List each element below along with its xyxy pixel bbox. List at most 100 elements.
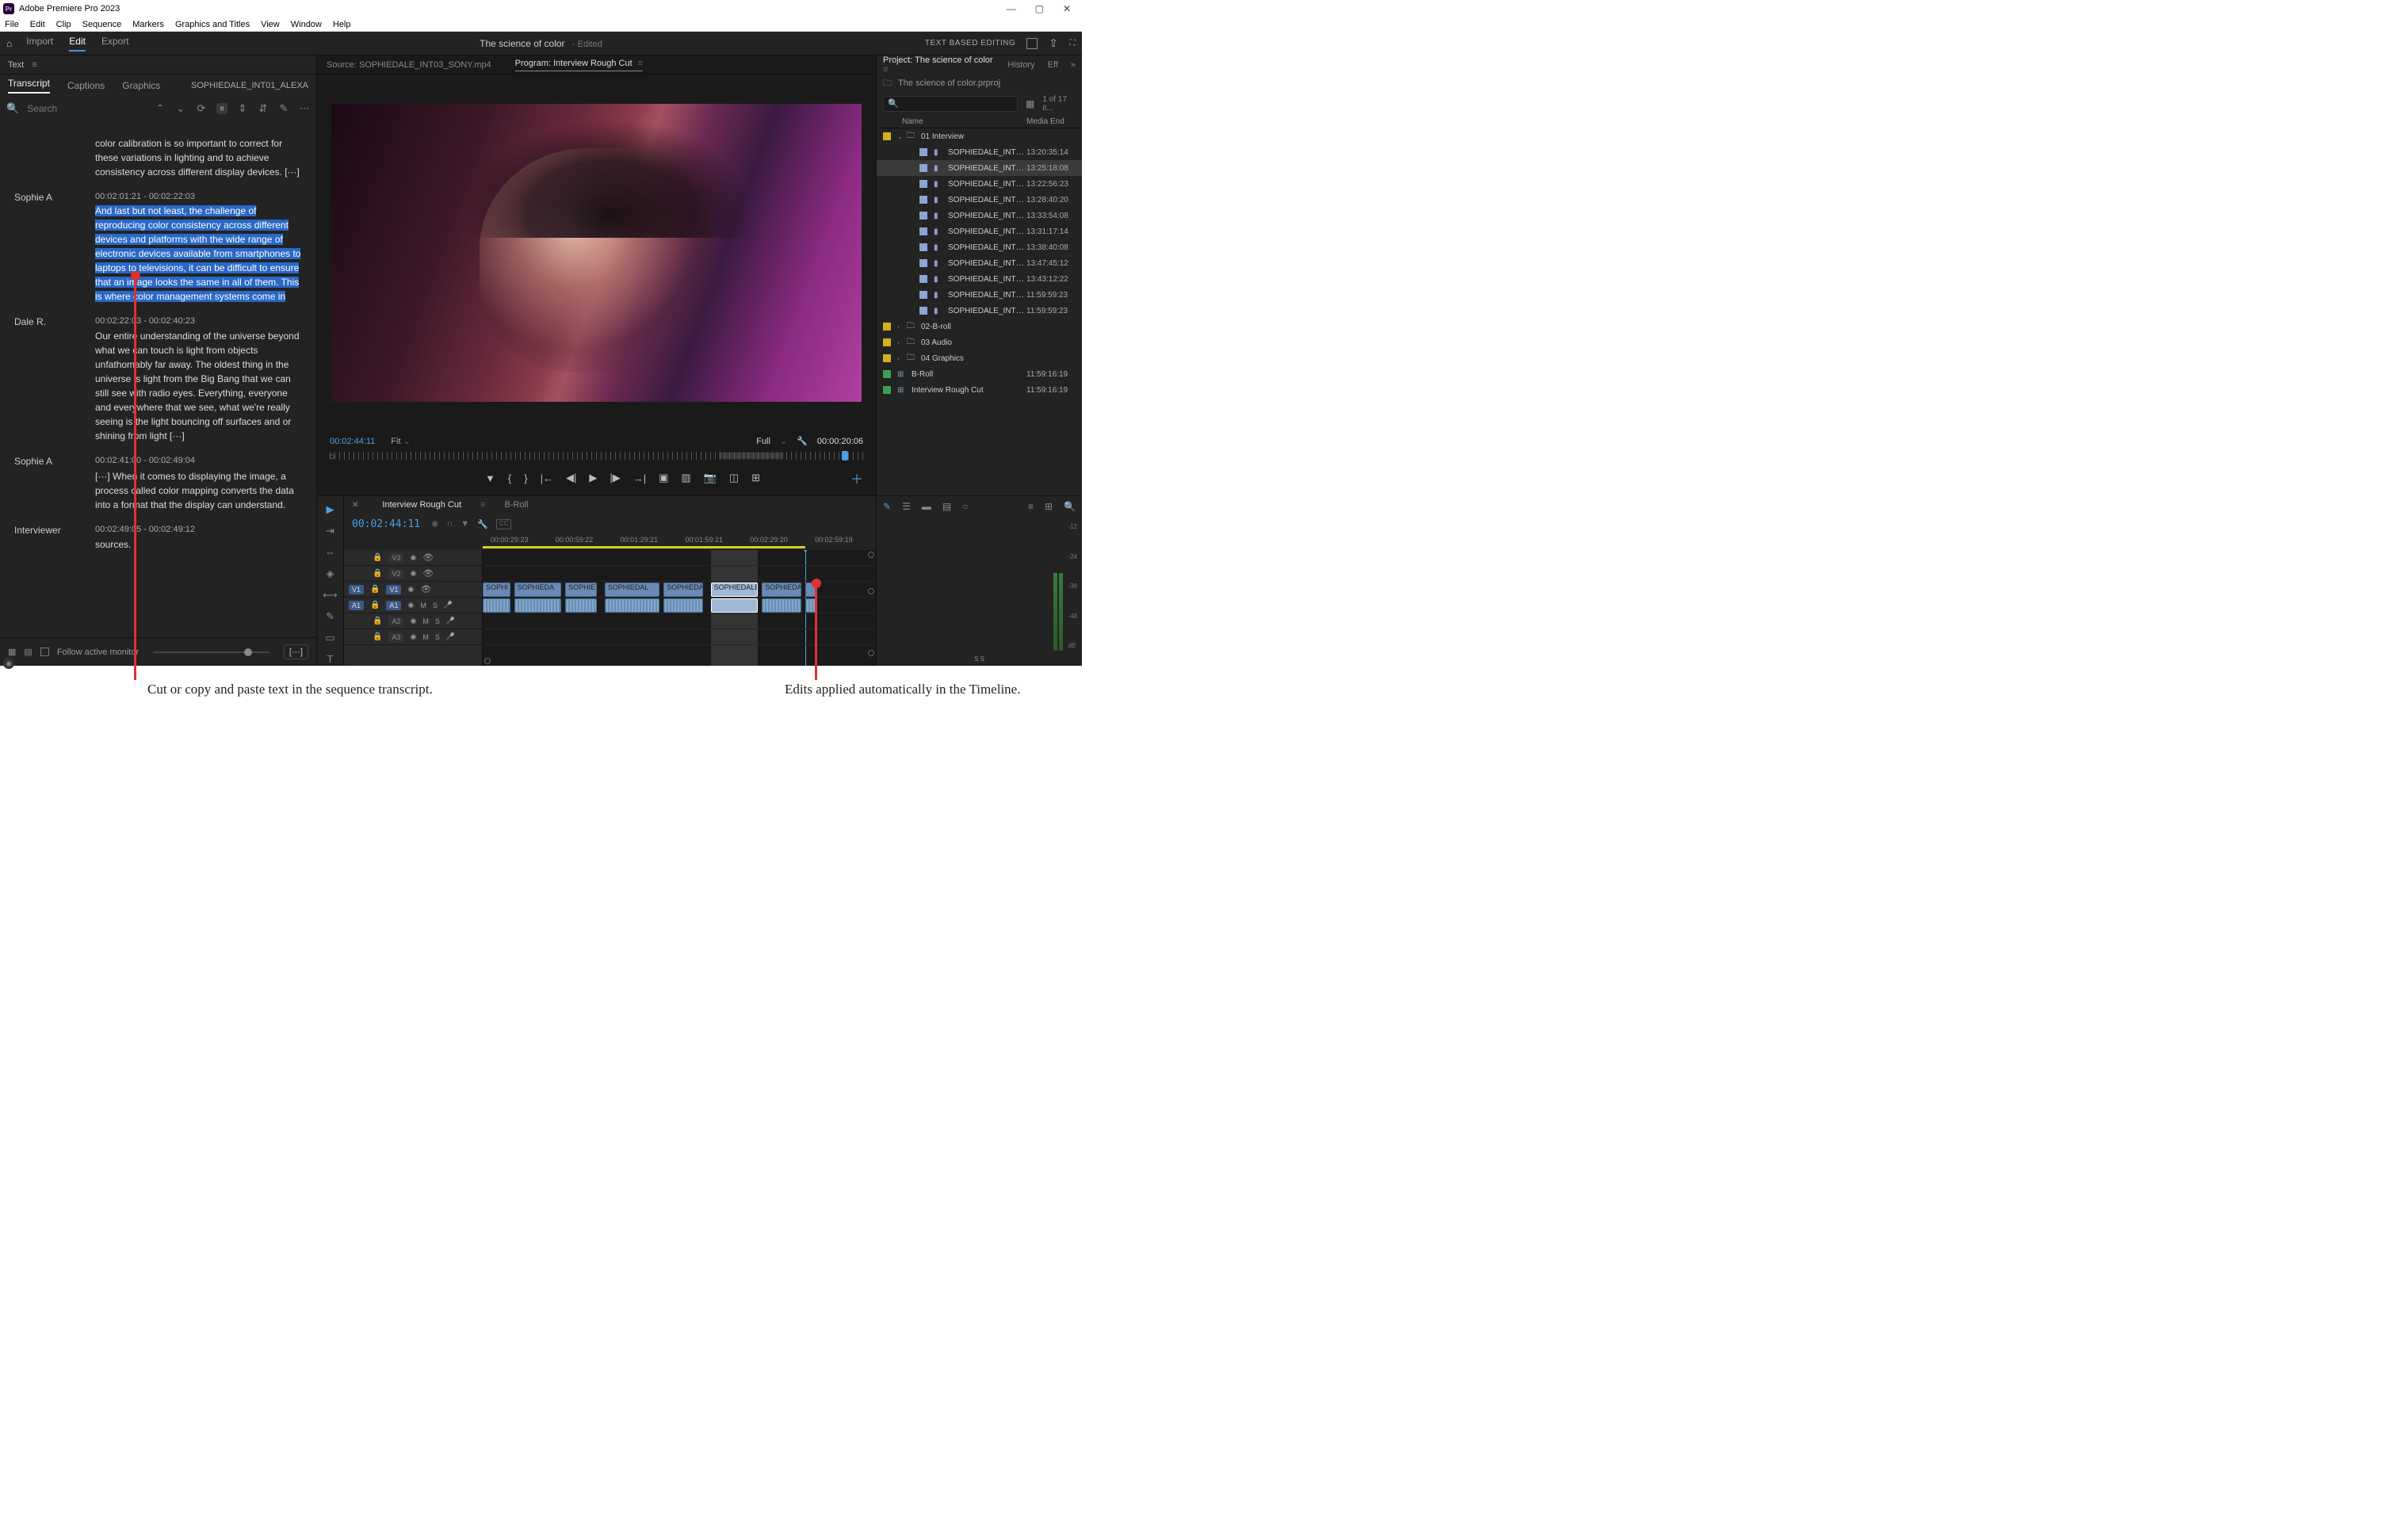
expand-icon[interactable]: ⌄ — [897, 133, 905, 140]
expand-icon[interactable]: › — [897, 339, 905, 346]
audio-clip[interactable] — [663, 598, 703, 613]
track-header-a1[interactable]: A1🔒A1◉MS🎤 — [344, 598, 482, 613]
compare-icon[interactable]: ◫ — [729, 472, 739, 484]
project-item[interactable]: ⌄🗀01 Interview — [877, 128, 1082, 144]
text-subtab-captions[interactable]: Captions — [67, 80, 105, 91]
pen-tool-icon[interactable]: ✎ — [323, 609, 338, 623]
menu-file[interactable]: File — [5, 20, 19, 29]
text-panel-tab[interactable]: Text — [8, 60, 24, 70]
project-item[interactable]: ▮SOPHIEDALE_INT02_S13:31:17:14 — [877, 224, 1082, 239]
hand-tool-icon[interactable]: ▭ — [323, 631, 338, 644]
edit-icon[interactable]: ✎ — [278, 103, 289, 114]
add-marker-icon[interactable]: ▼ — [485, 472, 495, 484]
audio-clip[interactable] — [514, 598, 562, 613]
transcript-text[interactable]: And last but not least, the challenge of… — [95, 204, 302, 304]
grid-ic[interactable]: ⊞ — [1045, 501, 1053, 512]
follow-monitor-checkbox[interactable] — [40, 648, 49, 656]
track-header-a2[interactable]: 🔒A2◉MS🎤 — [344, 613, 482, 629]
audio-clip[interactable] — [711, 598, 759, 613]
cc-badge-icon[interactable]: ◉ — [3, 658, 14, 669]
project-item[interactable]: ▮SOPHIEDALE_INT03_C13:47:45:12 — [877, 255, 1082, 271]
prev-match-icon[interactable]: ⌃ — [155, 103, 166, 114]
settings-wrench-icon[interactable]: 🔧 — [797, 436, 808, 446]
go-to-out-icon[interactable]: →| — [633, 472, 646, 484]
project-item[interactable]: ›🗀02-B-roll — [877, 319, 1082, 334]
next-match-icon[interactable]: ⌄ — [175, 103, 186, 114]
col-header-end[interactable]: Media End — [1026, 117, 1076, 126]
razor-tool-icon[interactable]: ◈ — [323, 567, 338, 580]
expand-icon[interactable]: › — [897, 323, 905, 330]
transcript-text[interactable]: [···] When it comes to displaying the im… — [95, 469, 302, 512]
video-clip[interactable]: SOPHI — [483, 583, 510, 597]
monitor-timecode-left[interactable]: 00:02:44:11 — [330, 437, 375, 446]
menu-markers[interactable]: Markers — [132, 20, 164, 29]
history-tab[interactable]: History — [1007, 60, 1034, 70]
project-item[interactable]: ⊞B-Roll11:59:16:19 — [877, 366, 1082, 382]
transcript-entry[interactable]: Sophie A00:02:01:21 - 00:02:22:03And las… — [14, 190, 302, 304]
video-clip[interactable]: SOPHIEDAL — [762, 583, 801, 597]
collapse-icon[interactable]: ⇵ — [258, 103, 269, 114]
audio-clip[interactable] — [565, 598, 597, 613]
project-item[interactable]: ▮SOPHIEDALE_INT01_A13:20:35:14 — [877, 144, 1082, 160]
audio-clip[interactable] — [762, 598, 801, 613]
hamburger-ic[interactable]: ≡ — [1028, 501, 1034, 512]
zoom-ic[interactable]: 🔍 — [1064, 501, 1076, 512]
more-options-icon[interactable]: ⋯ — [299, 103, 310, 114]
search-icon[interactable]: 🔍 — [6, 102, 19, 115]
workspace-tab-export[interactable]: Export — [101, 36, 129, 52]
monitor-scrub-bar[interactable] — [330, 449, 863, 462]
play-icon[interactable]: ▶ — [589, 472, 597, 484]
text-subtab-graphics[interactable]: Graphics — [122, 80, 160, 91]
timeline-tab-1[interactable]: B-Roll — [504, 500, 528, 510]
refresh-icon[interactable]: ⟳ — [196, 103, 207, 114]
go-to-in-icon[interactable]: |← — [541, 472, 553, 484]
project-tab[interactable]: Project: The science of color ≡ — [883, 55, 995, 75]
minimize-icon[interactable]: — — [1007, 3, 1016, 14]
fit-dropdown[interactable]: Fit — [391, 437, 400, 446]
project-item[interactable]: ▮SOPHIEDALE_INT03_A13:38:40:08 — [877, 239, 1082, 255]
menu-sequence[interactable]: Sequence — [82, 20, 122, 29]
quick-export-icon[interactable] — [1026, 38, 1038, 49]
mark-in-icon[interactable]: { — [508, 472, 511, 484]
expand-icon[interactable]: ⇕ — [237, 103, 248, 114]
source-monitor-tab[interactable]: Source: SOPHIEDALE_INT03_SONY.mp4 — [327, 60, 491, 70]
transcript-entry[interactable]: Dale R.00:02:22:03 - 00:02:40:23Our enti… — [14, 315, 302, 444]
transcript-entry[interactable]: color calibration is so important to cor… — [14, 135, 302, 179]
menu-view[interactable]: View — [261, 20, 280, 29]
mark-out-icon[interactable]: } — [524, 472, 527, 484]
linked-selection-icon[interactable]: ∩ — [446, 519, 453, 529]
timeline-timecode[interactable]: 00:02:44:11 — [352, 518, 420, 530]
project-item[interactable]: ▮SOPHIEDALE_INT02_C13:33:54:08 — [877, 208, 1082, 224]
captions-track-icon[interactable]: CC — [496, 519, 512, 529]
video-clip[interactable]: SOPHIEDA — [514, 583, 562, 597]
program-monitor-viewport[interactable] — [317, 75, 876, 431]
ripple-tool-icon[interactable]: ⇔ — [323, 545, 338, 559]
lift-icon[interactable]: ▣ — [659, 472, 668, 484]
overflow-icon[interactable]: » — [1071, 60, 1076, 70]
transcript-body[interactable]: color calibration is so important to cor… — [0, 120, 316, 637]
transcript-search-input[interactable] — [27, 103, 82, 114]
expand-icon[interactable]: › — [897, 355, 905, 362]
timeline-ruler[interactable]: 00:00:29:2300:00:59:2200:01:29:2100:01:5… — [483, 534, 876, 550]
circle-ic[interactable]: ○ — [962, 501, 968, 512]
footer-view2-icon[interactable]: ▤ — [24, 647, 32, 657]
fullscreen-icon[interactable]: ⛶ — [1070, 39, 1076, 48]
project-item[interactable]: ▮SOPHIEDALE_INT03_iP11:59:59:23 — [877, 303, 1082, 319]
effects-tab[interactable]: Eff — [1048, 60, 1058, 70]
menu-clip[interactable]: Clip — [56, 20, 71, 29]
project-item[interactable]: ▮SOPHIEDALE_INT01_S13:22:56:23 — [877, 176, 1082, 192]
project-item[interactable]: ▮SOPHIEDALE_INT01_iP11:59:59:23 — [877, 287, 1082, 303]
maximize-icon[interactable]: ▢ — [1035, 3, 1044, 14]
selection-tool-icon[interactable]: ▶ — [323, 502, 338, 516]
track-select-tool-icon[interactable]: ⇥ — [323, 524, 338, 537]
full-dropdown[interactable]: Full — [756, 437, 770, 446]
audio-clip[interactable] — [605, 598, 659, 613]
transcript-text[interactable]: color calibration is so important to cor… — [95, 136, 302, 179]
stack-ic[interactable]: ▤ — [942, 501, 951, 512]
track-header-a3[interactable]: 🔒A3◉MS🎤 — [344, 629, 482, 645]
transcript-text[interactable]: Our entire understanding of the universe… — [95, 329, 302, 443]
text-based-editing-button[interactable]: TEXT BASED EDITING — [925, 39, 1015, 48]
project-item[interactable]: ⊞Interview Rough Cut11:59:16:19 — [877, 382, 1082, 398]
panel-menu-icon[interactable]: ≡ — [32, 60, 36, 70]
menu-graphics-and-titles[interactable]: Graphics and Titles — [175, 20, 250, 29]
